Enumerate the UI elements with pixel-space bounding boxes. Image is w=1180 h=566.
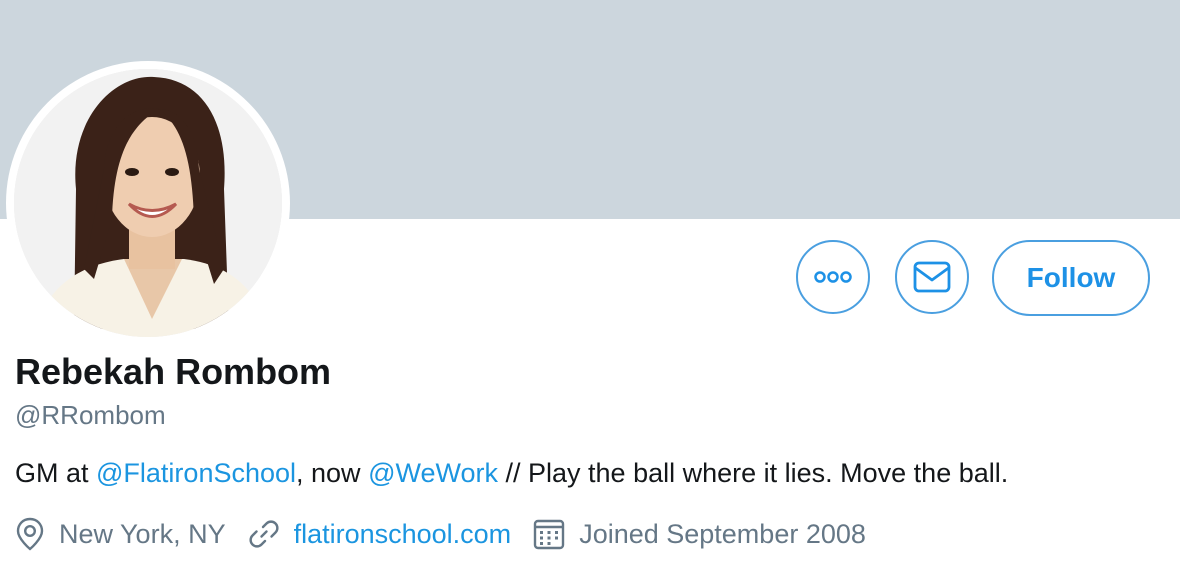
website-item: flatironschool.com — [248, 518, 512, 550]
profile-bio: GM at @FlatironSchool, now @WeWork // Pl… — [15, 454, 1008, 492]
joined-text: Joined September 2008 — [579, 518, 866, 549]
profile-name: Rebekah Rombom — [15, 351, 332, 392]
location-item: New York, NY — [15, 517, 226, 551]
follow-button-label: Follow — [1026, 262, 1116, 293]
avatar-border — [6, 61, 290, 345]
location-pin-icon — [15, 517, 45, 551]
bio-text-1: GM at — [15, 458, 97, 488]
profile-page: Follow Rebekah Rombom @RRombom GM at @Fl… — [0, 0, 1180, 566]
follow-button[interactable]: Follow — [992, 240, 1150, 316]
mention-flatironschool[interactable]: @FlatironSchool — [96, 458, 296, 488]
avatar-photo — [14, 69, 282, 337]
more-horizontal-icon — [814, 271, 852, 283]
profile-handle: @RRombom — [15, 400, 166, 430]
location-text: New York, NY — [59, 518, 226, 549]
more-button[interactable] — [796, 240, 870, 314]
message-button[interactable] — [895, 240, 969, 314]
avatar[interactable] — [14, 69, 282, 337]
website-link[interactable]: flatironschool.com — [294, 519, 512, 550]
link-icon — [248, 518, 280, 550]
joined-item: Joined September 2008 — [533, 518, 866, 550]
calendar-icon — [533, 518, 565, 550]
mention-wework[interactable]: @WeWork — [368, 458, 498, 488]
bio-text-2: , now — [296, 458, 369, 488]
profile-meta: New York, NY flatironschool.com Joined S… — [15, 513, 888, 555]
bio-text-3: // Play the ball where it lies. Move the… — [498, 458, 1009, 488]
envelope-icon — [913, 261, 951, 293]
